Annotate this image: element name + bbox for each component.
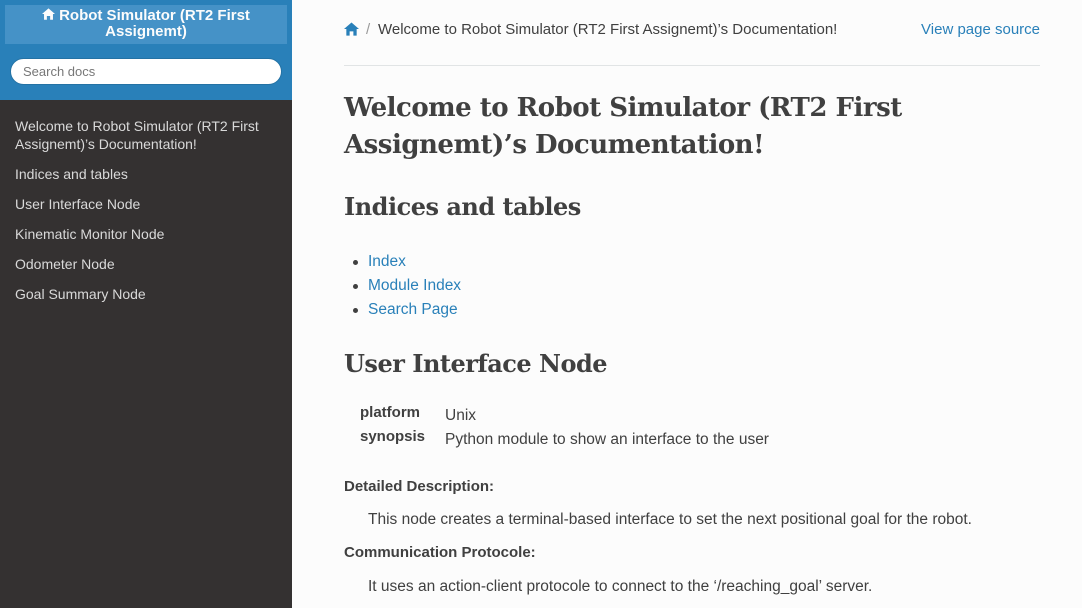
project-title-text: Robot Simulator (RT2 First Assignemt) — [59, 7, 250, 40]
list-item: Search Page — [352, 298, 461, 322]
search-input[interactable] — [10, 58, 282, 85]
home-icon — [344, 22, 359, 36]
detailed-description-text: This node creates a terminal-based inter… — [368, 511, 972, 528]
user-interface-node-heading: User Interface Node — [344, 349, 608, 378]
sidebar-nav: Welcome to Robot Simulator (RT2 First As… — [0, 100, 292, 303]
communication-protocol-label: Communication Protocole: — [344, 544, 536, 561]
content: / Welcome to Robot Simulator (RT2 First … — [344, 0, 1040, 595]
index-link-list: Index Module Index Search Page — [352, 250, 461, 322]
list-item: Index — [352, 250, 461, 274]
home-icon — [42, 8, 56, 20]
sidebar-item-odometer-node[interactable]: Odometer Node — [0, 255, 292, 273]
field-name-synopsis: synopsis — [360, 428, 426, 445]
indices-heading: Indices and tables — [344, 192, 581, 221]
field-value-platform: Unix — [445, 407, 477, 424]
sidebar: Robot Simulator (RT2 First Assignemt) We… — [0, 0, 292, 608]
detailed-description-label: Detailed Description: — [344, 478, 495, 495]
sidebar-item-welcome[interactable]: Welcome to Robot Simulator (RT2 First As… — [0, 117, 292, 153]
breadcrumb-separator: / — [366, 21, 371, 38]
sidebar-item-goal-summary-node[interactable]: Goal Summary Node — [0, 285, 292, 303]
sidebar-item-kinematic-monitor-node[interactable]: Kinematic Monitor Node — [0, 225, 292, 243]
sidebar-header: Robot Simulator (RT2 First Assignemt) — [0, 0, 292, 100]
index-link[interactable]: Index — [368, 253, 406, 270]
breadcrumb: / Welcome to Robot Simulator (RT2 First … — [344, 0, 1040, 66]
project-title-link[interactable]: Robot Simulator (RT2 First Assignemt) — [5, 5, 287, 44]
list-item: Module Index — [352, 274, 461, 298]
main-area: / Welcome to Robot Simulator (RT2 First … — [292, 0, 1082, 608]
field-value-synopsis: Python module to show an interface to th… — [445, 431, 769, 448]
page-title: Welcome to Robot Simulator (RT2 First As… — [344, 93, 902, 160]
view-page-source-link[interactable]: View page source — [921, 21, 1040, 38]
sidebar-item-indices[interactable]: Indices and tables — [0, 165, 292, 183]
module-index-link[interactable]: Module Index — [368, 277, 461, 294]
sidebar-item-user-interface-node[interactable]: User Interface Node — [0, 195, 292, 213]
search-page-link[interactable]: Search Page — [368, 301, 458, 318]
breadcrumb-current: Welcome to Robot Simulator (RT2 First As… — [378, 21, 838, 38]
field-name-platform: platform — [360, 404, 420, 421]
communication-protocol-text: It uses an action-client protocole to co… — [368, 578, 873, 595]
